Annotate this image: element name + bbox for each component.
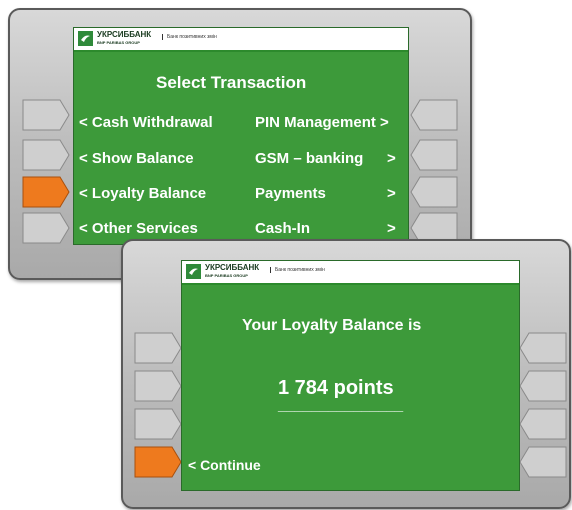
arrow-gsm-banking: > [387, 150, 396, 167]
atm-key-right-3[interactable] [410, 176, 458, 208]
bank-subtitle: BNP PARIBAS GROUP [205, 273, 248, 278]
atm-key-left-4-active[interactable] [134, 446, 182, 478]
bank-logo-icon [186, 264, 201, 279]
atm-key-left-1[interactable] [22, 99, 70, 131]
atm-key-right-1[interactable] [519, 332, 567, 364]
continue-option[interactable]: < Continue [188, 457, 261, 473]
bank-slogan: Банк позитивних змін [162, 34, 217, 40]
atm-key-left-2[interactable] [22, 139, 70, 171]
arrow-payments: > [387, 185, 396, 202]
atm-key-right-2[interactable] [519, 370, 567, 402]
bank-banner: УКРСИББАНК BNP PARIBAS GROUP Банк позити… [182, 261, 519, 285]
bank-banner: УКРСИББАНК BNP PARIBAS GROUP Банк позити… [74, 28, 408, 52]
bank-name: УКРСИББАНК [97, 30, 152, 39]
menu-screen: УКРСИББАНК BNP PARIBAS GROUP Банк позити… [73, 27, 409, 245]
option-gsm-banking[interactable]: GSM – banking [255, 150, 363, 167]
atm-key-right-1[interactable] [410, 99, 458, 131]
option-payments[interactable]: Payments [255, 185, 326, 202]
points-underline: _______________ [278, 397, 404, 414]
atm-key-left-4[interactable] [22, 212, 70, 244]
option-pin-management[interactable]: PIN Management > [255, 114, 389, 131]
option-cash-withdrawal[interactable]: < Cash Withdrawal [79, 114, 213, 131]
atm-key-left-3-active[interactable] [22, 176, 70, 208]
bank-subtitle: BNP PARIBAS GROUP [97, 40, 140, 45]
atm-key-left-1[interactable] [134, 332, 182, 364]
balance-screen: УКРСИББАНК BNP PARIBAS GROUP Банк позити… [181, 260, 520, 491]
balance-heading: Your Loyalty Balance is [242, 317, 422, 334]
atm-key-left-2[interactable] [134, 370, 182, 402]
atm-key-right-2[interactable] [410, 139, 458, 171]
atm-key-right-4[interactable] [519, 446, 567, 478]
bank-name: УКРСИББАНК [205, 263, 260, 272]
arrow-cash-in: > [387, 220, 396, 237]
atm-key-right-3[interactable] [519, 408, 567, 440]
option-show-balance[interactable]: < Show Balance [79, 150, 194, 167]
bank-logo-icon [78, 31, 93, 46]
bank-slogan: Банк позитивних змін [270, 267, 325, 273]
option-cash-in[interactable]: Cash-In [255, 220, 310, 237]
option-loyalty-balance[interactable]: < Loyalty Balance [79, 185, 206, 202]
menu-title: Select Transaction [156, 73, 307, 92]
atm-key-left-3[interactable] [134, 408, 182, 440]
option-other-services[interactable]: < Other Services [79, 220, 198, 237]
